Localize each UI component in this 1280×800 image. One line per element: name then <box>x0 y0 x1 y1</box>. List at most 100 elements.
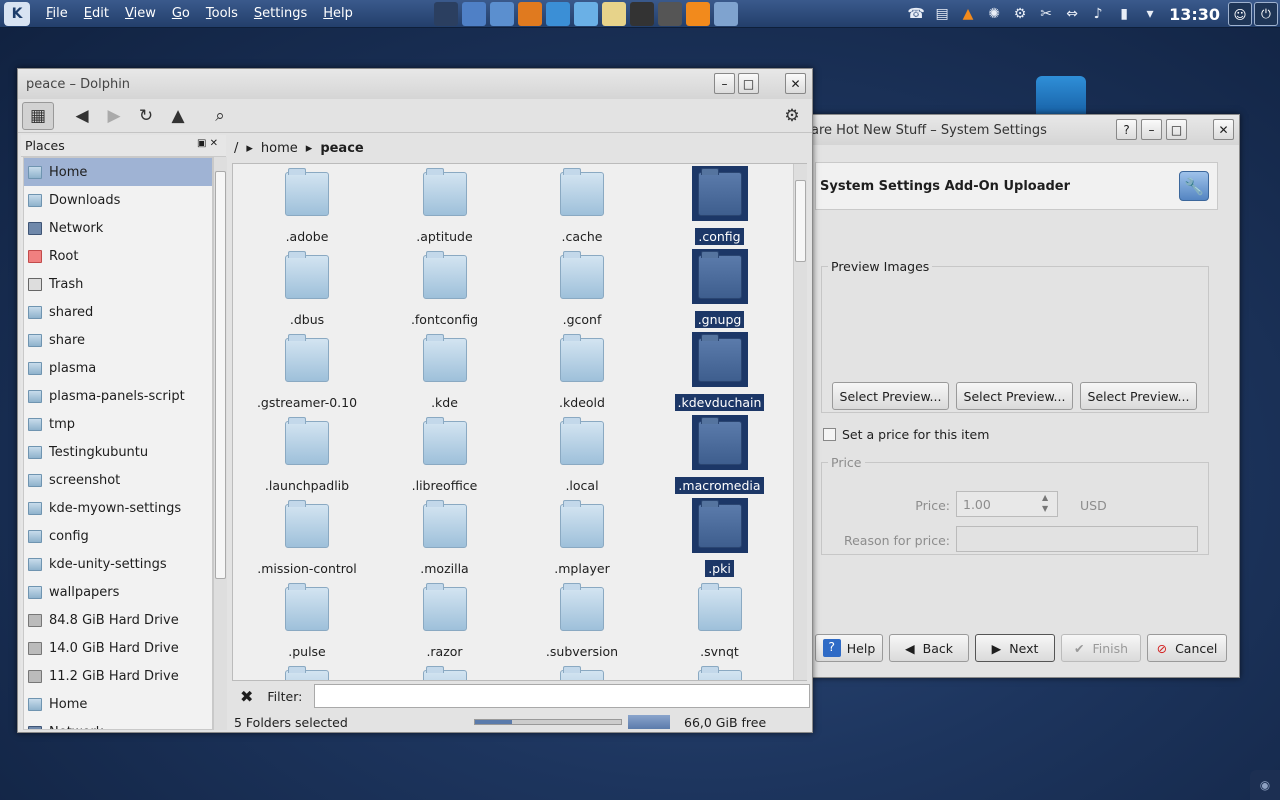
kdevelop-icon[interactable] <box>546 2 570 26</box>
folder-item[interactable]: .pki <box>650 498 790 581</box>
places-item[interactable]: Network <box>24 718 212 729</box>
kde-launcher-icon[interactable]: K <box>4 1 30 26</box>
phone-icon[interactable]: ☎ <box>905 3 927 25</box>
close-filter-icon[interactable]: ✖ <box>240 687 253 706</box>
folder-item[interactable]: .local <box>512 415 652 498</box>
folder-item[interactable]: .kdevduchain <box>650 332 790 415</box>
folder-item[interactable]: .macromedia <box>650 415 790 498</box>
firefox-icon[interactable] <box>518 2 542 26</box>
folder-item[interactable]: .mplayer <box>512 498 652 581</box>
folder-item[interactable]: .kde <box>375 332 515 415</box>
places-item[interactable]: 14.0 GiB Hard Drive <box>24 634 212 662</box>
next-button[interactable]: ▶ Next <box>975 634 1055 662</box>
places-item[interactable]: 84.8 GiB Hard Drive <box>24 606 212 634</box>
cashew-icon[interactable]: ◉ <box>1250 770 1280 800</box>
usb-icon[interactable]: ⇔ <box>1061 3 1083 25</box>
network-manager-icon[interactable]: ✺ <box>983 3 1005 25</box>
folder-item[interactable]: .fontconfig <box>375 249 515 332</box>
places-item[interactable]: plasma-panels-script <box>24 382 212 410</box>
price-checkbox-row[interactable]: Set a price for this item <box>823 427 989 442</box>
select-preview-button-3[interactable]: Select Preview... <box>1080 382 1197 410</box>
chevron-right-icon[interactable]: ▸ <box>306 141 313 156</box>
cancel-button[interactable]: ⊘ Cancel <box>1147 634 1227 662</box>
folder-item[interactable]: .subversion <box>512 581 652 664</box>
gear-icon[interactable]: ⚙ <box>1009 3 1031 25</box>
up-arrow-icon[interactable]: ▲ <box>162 102 194 130</box>
split-view-icon[interactable]: ▦ <box>22 101 54 130</box>
folder-item[interactable]: .svnqt <box>650 581 790 664</box>
settings-titlebar[interactable]: are Hot New Stuff – System Settings ? – … <box>811 115 1239 145</box>
menu-view[interactable]: View <box>117 0 164 28</box>
help-icon[interactable]: ? <box>1116 119 1137 140</box>
places-item[interactable]: config <box>24 522 212 550</box>
places-item[interactable]: plasma <box>24 354 212 382</box>
filter-input[interactable] <box>314 684 810 708</box>
bookmark-icon[interactable] <box>462 2 486 26</box>
folder-item[interactable]: .mission-control <box>237 498 377 581</box>
folder-item[interactable]: .launchpadlib <box>237 415 377 498</box>
folder-item[interactable] <box>650 664 790 680</box>
panel-close-icon[interactable]: ▣ ✕ <box>197 138 218 149</box>
crumb-root[interactable]: / <box>234 141 238 156</box>
reason-input[interactable] <box>956 526 1198 552</box>
menu-settings[interactable]: Settings <box>246 0 315 28</box>
vlc-tray-icon[interactable]: ▲ <box>957 3 979 25</box>
folder-item[interactable]: .gnupg <box>650 249 790 332</box>
file-scrollbar[interactable] <box>793 164 807 680</box>
close-icon[interactable]: ✕ <box>785 73 806 94</box>
clock[interactable]: 13:30 <box>1169 5 1220 24</box>
places-item[interactable]: Home <box>24 158 212 186</box>
folder-item[interactable] <box>375 664 515 680</box>
finish-button[interactable]: ✔ Finish <box>1061 634 1141 662</box>
places-item[interactable]: Home <box>24 690 212 718</box>
price-checkbox[interactable] <box>823 428 836 441</box>
desktop-shortcut-icon[interactable] <box>1036 76 1086 116</box>
window-list-icon[interactable]: ▤ <box>931 3 953 25</box>
help-button[interactable]: ? Help <box>815 634 883 662</box>
chevron-right-icon[interactable]: ▸ <box>246 141 253 156</box>
folder-item[interactable]: .pulse <box>237 581 377 664</box>
maximize-icon[interactable]: □ <box>738 73 759 94</box>
vlc-icon[interactable] <box>686 2 710 26</box>
dolphin-titlebar[interactable]: peace – Dolphin – □ ✕ <box>18 69 812 99</box>
places-scrollbar[interactable] <box>213 157 227 730</box>
settings-app-icon[interactable] <box>714 2 738 26</box>
dolphin-icon[interactable] <box>574 2 598 26</box>
places-item[interactable]: shared <box>24 298 212 326</box>
menu-go[interactable]: Go <box>164 0 198 28</box>
search-icon[interactable]: ⌕ <box>204 102 236 130</box>
folder-item[interactable] <box>237 664 377 680</box>
menu-file[interactable]: File <box>38 0 76 28</box>
notes-icon[interactable] <box>602 2 626 26</box>
battery-icon[interactable]: ▮ <box>1113 3 1135 25</box>
menu-edit[interactable]: Edit <box>76 0 117 28</box>
crumb-home[interactable]: home <box>261 141 298 156</box>
places-item[interactable]: Root <box>24 242 212 270</box>
places-item[interactable]: Testingkubuntu <box>24 438 212 466</box>
places-scroll-thumb[interactable] <box>215 171 226 579</box>
select-preview-button-1[interactable]: Select Preview... <box>832 382 949 410</box>
back-arrow-icon[interactable]: ◀ <box>66 102 98 130</box>
places-item[interactable]: Trash <box>24 270 212 298</box>
select-preview-button-2[interactable]: Select Preview... <box>956 382 1073 410</box>
places-item[interactable]: Network <box>24 214 212 242</box>
places-item[interactable]: screenshot <box>24 466 212 494</box>
crumb-current[interactable]: peace <box>320 141 363 156</box>
places-item[interactable]: kde-myown-settings <box>24 494 212 522</box>
scissors-icon[interactable]: ✂ <box>1035 3 1057 25</box>
minimize-icon[interactable]: – <box>1141 119 1162 140</box>
places-item[interactable]: 11.2 GiB Hard Drive <box>24 662 212 690</box>
menu-help[interactable]: Help <box>315 0 361 28</box>
folder-item[interactable]: .gconf <box>512 249 652 332</box>
forward-arrow-icon[interactable]: ▶ <box>98 102 130 130</box>
activity-icon[interactable]: ☺ <box>1228 2 1252 26</box>
places-item[interactable]: tmp <box>24 410 212 438</box>
zoom-slider[interactable] <box>474 719 622 725</box>
places-item[interactable]: kde-unity-settings <box>24 550 212 578</box>
minimize-icon[interactable]: – <box>714 73 735 94</box>
back-button[interactable]: ◀ Back <box>889 634 969 662</box>
maximize-icon[interactable]: □ <box>1166 119 1187 140</box>
places-item[interactable]: Downloads <box>24 186 212 214</box>
folder-item[interactable] <box>512 664 652 680</box>
places-item[interactable]: share <box>24 326 212 354</box>
